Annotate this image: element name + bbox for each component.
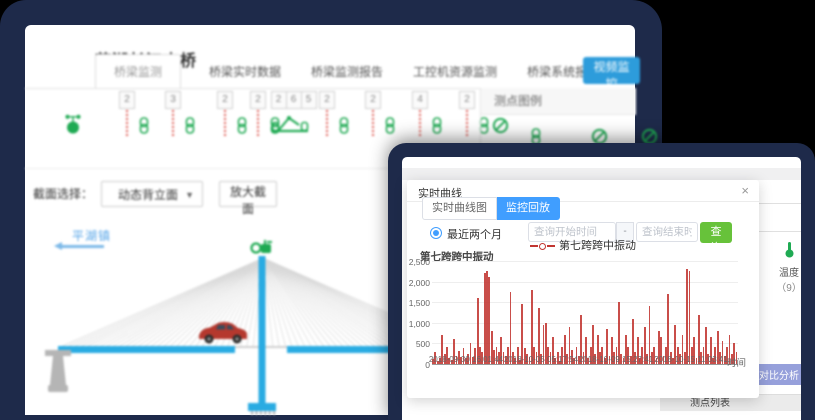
- bridge-deck-left: [58, 346, 235, 353]
- bridge-tower: [259, 256, 266, 408]
- sensor-count-badge: 5: [301, 91, 317, 109]
- chain-icon: [185, 117, 195, 139]
- jack-icon: [269, 113, 311, 140]
- sensor-count-badge: 2: [319, 91, 335, 109]
- side-panel-line: [754, 203, 801, 204]
- sensor-count-badge: 2: [119, 91, 135, 109]
- gridline: [432, 282, 738, 283]
- tab-工控机资源监测[interactable]: 工控机资源监测: [411, 55, 499, 88]
- temperature-label: 温度: [776, 264, 801, 279]
- tower-piles: [251, 411, 275, 415]
- section-select[interactable]: 动态背立面 ▼: [101, 181, 203, 207]
- close-icon[interactable]: ×: [741, 183, 749, 198]
- sensor-count-badge: 2: [459, 91, 475, 109]
- sensor-count-badge-group: 265: [271, 91, 316, 109]
- gridline: [432, 261, 738, 262]
- sensor-marker-line: [372, 110, 374, 136]
- x-tick-label: 2018-10-05 05:17:54: [499, 355, 583, 364]
- sensor-marker-line: [224, 110, 226, 136]
- vibration-chart: 第七跨跨中振动 2,5002,0001,5001,0005000 2018-09…: [412, 248, 752, 396]
- anemometer-icon: [63, 113, 83, 140]
- chain-icon: [339, 117, 349, 139]
- car: [199, 322, 247, 343]
- chain-icon: [139, 117, 149, 139]
- sensor-marker-line: [466, 110, 468, 136]
- modal-tab-实时曲线图[interactable]: 实时曲线图: [422, 197, 497, 220]
- sensor-count-badge: 2: [217, 91, 233, 109]
- thermometer-icon: [784, 245, 795, 262]
- compare-analysis-button[interactable]: 对比分析: [753, 364, 801, 385]
- tab-桥梁监测报告[interactable]: 桥梁监测报告: [309, 55, 385, 88]
- side-panel-line: [754, 231, 801, 232]
- sensor-marker-line: [257, 110, 259, 136]
- tab-桥梁实时数据[interactable]: 桥梁实时数据: [207, 55, 283, 88]
- x-tick-label: 2018-10-09 15:27:41: [574, 355, 658, 364]
- chevron-down-icon: ▼: [185, 182, 194, 208]
- chain-icon: [237, 117, 247, 139]
- sensor-marker-line: [172, 110, 174, 136]
- chain-icon: [432, 117, 442, 139]
- sensor-marker-line: [126, 110, 128, 136]
- sensor-marker-line: [326, 110, 328, 136]
- y-tick-label: 2,000: [406, 278, 430, 288]
- sensor-count-badge: 2: [365, 91, 381, 109]
- y-tick-label: 1,500: [406, 298, 430, 308]
- temperature-count: （9）: [776, 279, 801, 294]
- y-tick-label: 1,000: [406, 319, 430, 329]
- modal-tab-监控回放[interactable]: 监控回放: [497, 197, 560, 220]
- screen: 芜湖长江大桥 桥梁监测桥梁实时数据桥梁监测报告工控机资源监测桥梁系统报警 视频监…: [0, 0, 815, 420]
- camera-icon[interactable]: [252, 240, 273, 253]
- tab-桥梁监测[interactable]: 桥梁监测: [95, 54, 181, 89]
- section-select-row: 截面选择： 动态背立面 ▼ 放大截面: [33, 180, 277, 207]
- x-tick-label: 2018-10-15 11:03:41: [649, 355, 733, 364]
- sensor-marker-line: [419, 110, 421, 136]
- chain-icon: [385, 117, 395, 139]
- chart-plot-area: 2,5002,0001,5001,0005000: [432, 261, 738, 365]
- sensor-count-badge: 2: [250, 91, 266, 109]
- y-tick-label: 2,500: [406, 257, 430, 267]
- sensor-count-badge: 6: [286, 91, 302, 109]
- sensor-count-badge: 3: [165, 91, 181, 109]
- modal-tab-group: 实时曲线图监控回放: [422, 197, 560, 220]
- y-tick-label: 500: [406, 339, 430, 349]
- realtime-curve-modal: 实时曲线 × 实时曲线图监控回放 最近两个月 - 查询 第七跨跨中振动 第七跨跨…: [407, 180, 759, 398]
- section-select-label: 截面选择：: [33, 185, 93, 202]
- section-select-value: 动态背立面: [118, 188, 178, 202]
- x-axis-label: 时间: [727, 355, 746, 369]
- video-monitor-button[interactable]: 视频监控: [583, 57, 640, 84]
- zoom-section-button[interactable]: 放大截面: [219, 181, 277, 207]
- tower-pier-cap: [248, 403, 276, 411]
- x-tick-label: 2018-09-30 16:01:44: [424, 355, 508, 364]
- sensor-count-badge: 4: [412, 91, 428, 109]
- temperature-sensor-item[interactable]: 温度 （9）: [776, 241, 801, 294]
- point-legend-title: 测点图例: [481, 88, 636, 115]
- front-window-toolbar: [402, 168, 801, 180]
- tab-bar: 桥梁监测桥梁实时数据桥梁监测报告工控机资源监测桥梁系统报警: [95, 55, 601, 88]
- bridge-pier-left: [45, 350, 71, 392]
- sensor-count-badge: 2: [271, 91, 287, 109]
